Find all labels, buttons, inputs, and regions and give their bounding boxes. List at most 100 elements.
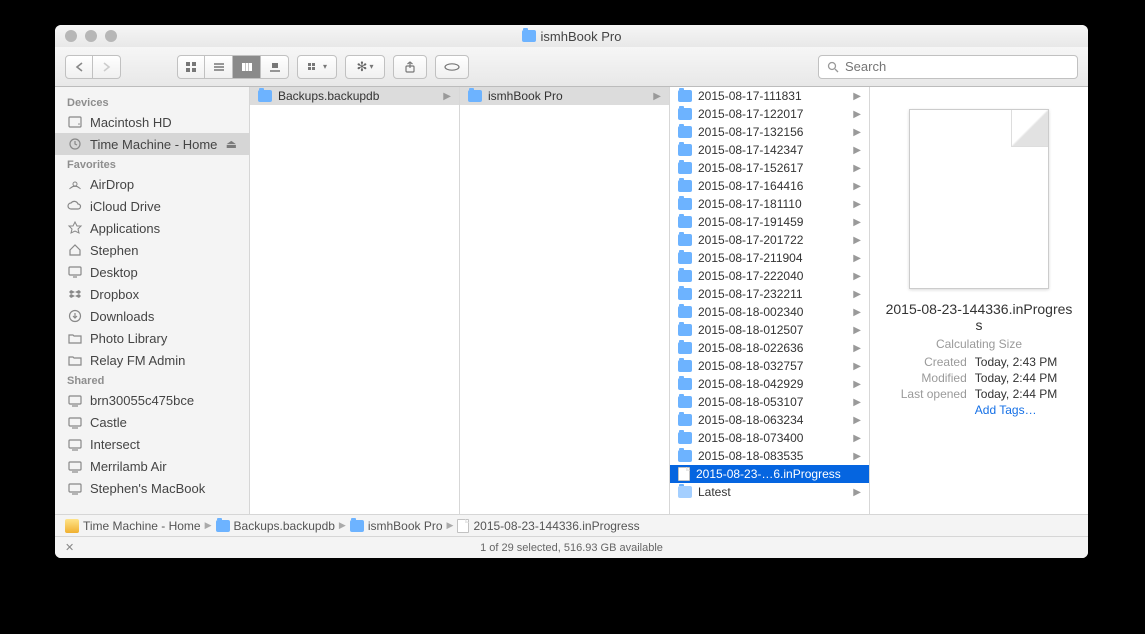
column-view-button[interactable] [233,55,261,79]
list-item[interactable]: 2015-08-17-164416▶ [670,177,869,195]
list-item[interactable]: 2015-08-18-083535▶ [670,447,869,465]
add-tags-button[interactable]: Add Tags… [975,403,1058,417]
chevron-right-icon: ▶ [853,217,861,228]
list-item[interactable]: 2015-08-18-042929▶ [670,375,869,393]
search-icon [827,61,839,73]
sidebar-item[interactable]: iCloud Drive [55,195,249,217]
item-label: 2015-08-17-191459 [698,215,847,229]
action-button[interactable]: ✻▾ [345,55,385,79]
sidebar-item-label: Castle [90,415,127,430]
path-segment[interactable]: ismhBook Pro [350,519,443,533]
sidebar-item-label: Stephen [90,243,138,258]
minimize-button[interactable] [85,30,97,42]
sidebar-item[interactable]: Stephen's MacBook [55,477,249,499]
list-item[interactable]: 2015-08-18-032757 ▶ [670,357,869,375]
sidebar-item[interactable]: Merrilamb Air [55,455,249,477]
path-segment[interactable]: Backups.backupdb [216,519,335,533]
sidebar-item[interactable]: Photo Library [55,327,249,349]
list-item[interactable]: 2015-08-17-142347▶ [670,141,869,159]
sidebar-item-label: Merrilamb Air [90,459,167,474]
path-bar[interactable]: Time Machine - Home▶Backups.backupdb▶ism… [55,514,1088,536]
list-item[interactable]: 2015-08-18-022636▶ [670,339,869,357]
sidebar[interactable]: DevicesMacintosh HDTime Machine - Home⏏F… [55,87,250,514]
sidebar-item[interactable]: Stephen [55,239,249,261]
desktop-icon [67,264,83,280]
list-view-button[interactable] [205,55,233,79]
folder-icon [678,288,692,300]
sidebar-item[interactable]: Macintosh HD [55,111,249,133]
folder-icon [678,396,692,408]
path-segment[interactable]: Time Machine - Home [65,519,201,533]
file-icon [678,467,690,481]
list-item[interactable]: Backups.backupdb▶ [250,87,459,105]
sidebar-item[interactable]: Dropbox [55,283,249,305]
view-switcher [177,55,289,79]
folder-icon [468,90,482,102]
list-item[interactable]: 2015-08-17-191459 ▶ [670,213,869,231]
eject-icon[interactable]: ⏏ [226,137,237,151]
chevron-right-icon: ▶ [853,271,861,282]
list-item[interactable]: 2015-08-17-211904▶ [670,249,869,267]
chevron-right-icon: ▶ [443,91,451,102]
item-label: 2015-08-18-012507 [698,323,847,337]
folder-icon [678,270,692,282]
sidebar-item[interactable]: Intersect [55,433,249,455]
chevron-right-icon: ▶ [853,253,861,264]
list-item[interactable]: 2015-08-17-232211▶ [670,285,869,303]
sidebar-item[interactable]: Downloads [55,305,249,327]
sidebar-item-label: Time Machine - Home [90,137,217,152]
list-item[interactable]: 2015-08-17-122017▶ [670,105,869,123]
icon-view-button[interactable] [177,55,205,79]
list-item[interactable]: Latest ▶ [670,483,869,501]
list-item[interactable]: 2015-08-18-002340▶ [670,303,869,321]
chevron-right-icon: ▶ [853,487,861,498]
titlebar[interactable]: ismhBook Pro [55,25,1088,47]
sidebar-item[interactable]: Relay FM Admin [55,349,249,371]
chevron-right-icon: ▶ [853,361,861,372]
sidebar-header: Devices [55,93,249,111]
list-item[interactable]: 2015-08-17-181110▶ [670,195,869,213]
list-item[interactable]: ismhBook Pro▶ [460,87,669,105]
stop-icon[interactable]: ✕ [65,541,74,554]
list-item[interactable]: 2015-08-18-053107▶ [670,393,869,411]
list-item[interactable]: 2015-08-18-063234▶ [670,411,869,429]
sidebar-item[interactable]: Applications [55,217,249,239]
disk-icon [65,519,79,533]
share-button[interactable] [393,55,427,79]
list-item[interactable]: 2015-08-17-111831▶ [670,87,869,105]
coverflow-view-button[interactable] [261,55,289,79]
sidebar-item[interactable]: Desktop [55,261,249,283]
list-item[interactable]: 2015-08-17-201722▶ [670,231,869,249]
list-item[interactable]: 2015-08-18-073400▶ [670,429,869,447]
arrange-button[interactable]: ▾ [297,55,337,79]
sidebar-item[interactable]: brn30055c475bce [55,389,249,411]
item-label: 2015-08-18-032757 [698,359,847,373]
tags-button[interactable] [435,55,469,79]
zoom-button[interactable] [105,30,117,42]
list-item[interactable]: 2015-08-23-…6.inProgress [670,465,869,483]
item-label: Latest [698,485,847,499]
sidebar-item[interactable]: Castle [55,411,249,433]
column-3[interactable]: 2015-08-17-111831▶2015-08-17-122017▶2015… [670,87,870,514]
search-field[interactable] [818,55,1078,79]
item-label: ismhBook Pro [488,89,647,103]
chevron-right-icon: ▶ [853,199,861,210]
list-item[interactable]: 2015-08-17-132156▶ [670,123,869,141]
back-button[interactable] [65,55,93,79]
path-segment[interactable]: 2015-08-23-144336.inProgress [457,519,639,533]
list-item[interactable]: 2015-08-17-222040▶ [670,267,869,285]
sidebar-item[interactable]: AirDrop [55,173,249,195]
file-icon [457,519,469,533]
column-1[interactable]: Backups.backupdb▶ [250,87,460,514]
column-2[interactable]: ismhBook Pro▶ [460,87,670,514]
net-icon [67,458,83,474]
folder-icon [678,342,692,354]
search-input[interactable] [845,59,1069,74]
dropbox-icon [67,286,83,302]
sidebar-item[interactable]: Time Machine - Home ⏏ [55,133,249,155]
downloads-icon [67,308,83,324]
list-item[interactable]: 2015-08-18-012507▶ [670,321,869,339]
close-button[interactable] [65,30,77,42]
forward-button[interactable] [93,55,121,79]
list-item[interactable]: 2015-08-17-152617▶ [670,159,869,177]
